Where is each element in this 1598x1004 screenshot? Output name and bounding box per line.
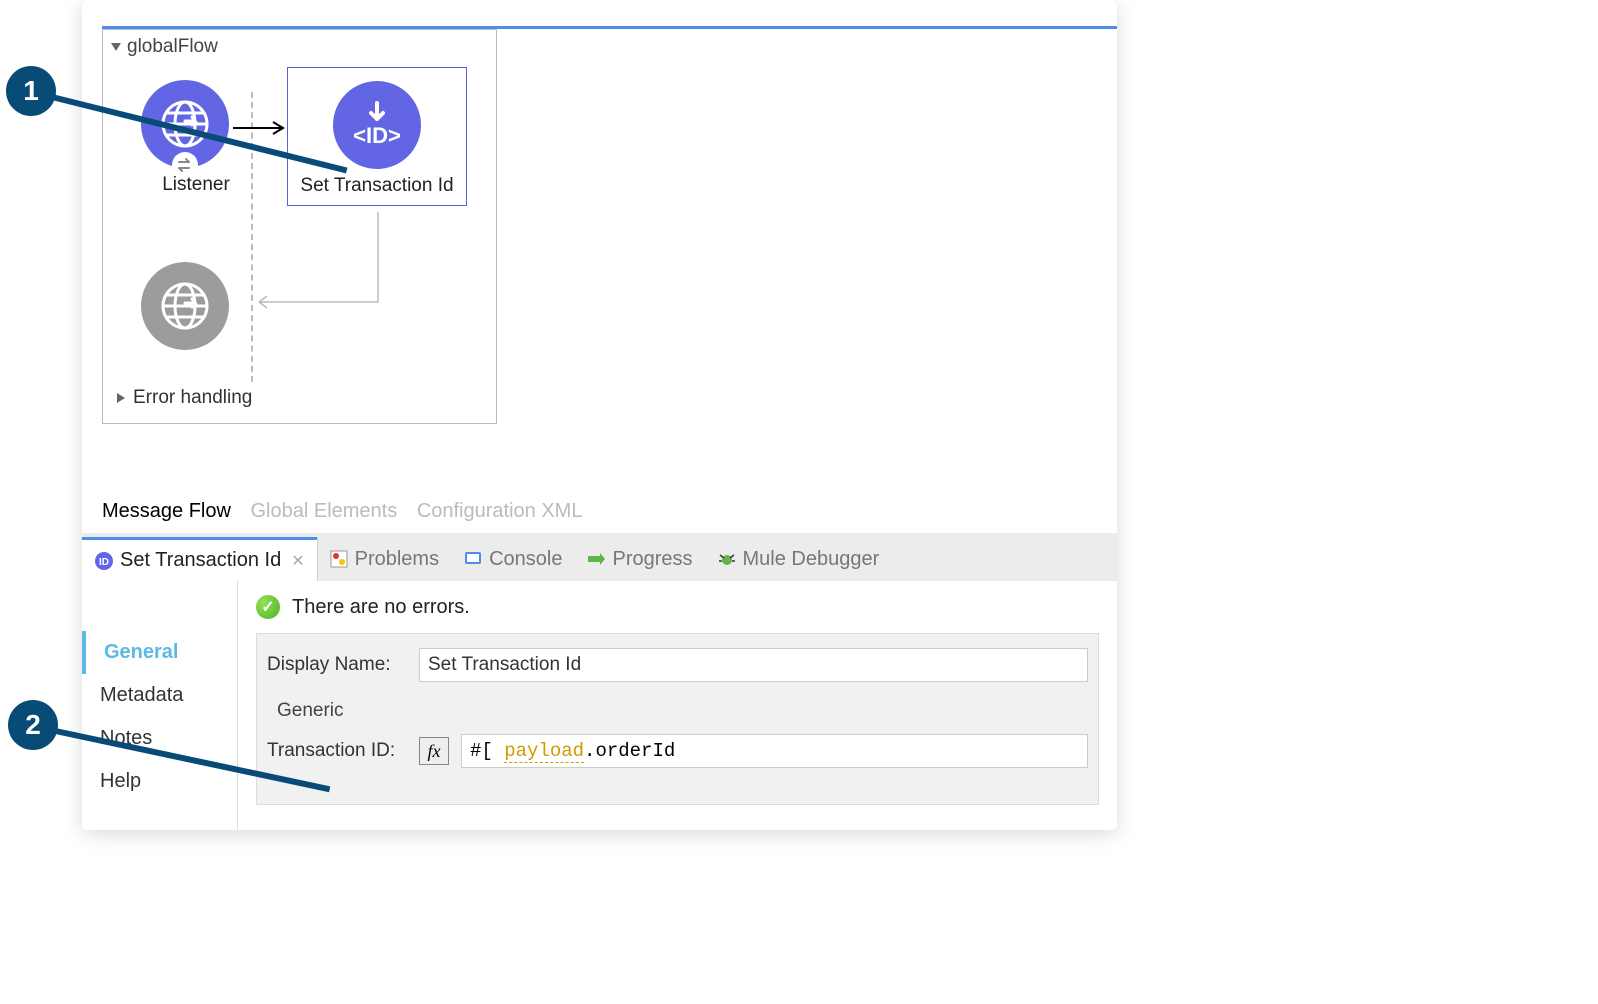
view-tabs: Message Flow Global Elements Configurati…: [102, 500, 596, 523]
lower-panel: ID Set Transaction Id ✕ Problems Console: [82, 533, 1117, 830]
display-name-label: Display Name:: [267, 654, 407, 676]
connector-line: [253, 212, 403, 332]
ok-icon: ✓: [256, 595, 280, 619]
id-download-icon: <ID>: [349, 97, 405, 153]
tab-mule-debugger[interactable]: Mule Debugger: [705, 537, 892, 581]
response-node[interactable]: [141, 262, 229, 350]
tab-label: Console: [489, 548, 562, 571]
problems-icon: [329, 549, 349, 569]
flow-canvas[interactable]: globalFlow: [102, 29, 1117, 429]
exchange-badge-icon: [172, 152, 198, 178]
expand-caret-icon[interactable]: [117, 393, 125, 403]
collapse-caret-icon[interactable]: [111, 43, 121, 51]
debugger-icon: [717, 549, 737, 569]
form-box: Display Name: Generic Transaction ID: fx…: [256, 633, 1099, 805]
set-tx-label: Set Transaction Id: [288, 175, 466, 197]
tab-problems[interactable]: Problems: [317, 537, 451, 581]
tab-label: Problems: [355, 548, 439, 571]
view-tab-config-xml[interactable]: Configuration XML: [417, 500, 583, 522]
side-item-metadata[interactable]: Metadata: [82, 674, 237, 717]
editor-tab-bar: ID Set Transaction Id ✕ Problems Console: [82, 533, 1117, 581]
side-menu: General Metadata Notes Help: [82, 581, 238, 830]
panel-body: General Metadata Notes Help ✓ There are …: [82, 581, 1117, 830]
progress-icon: [586, 549, 606, 569]
tab-set-transaction-id[interactable]: ID Set Transaction Id ✕: [82, 537, 317, 581]
status-text: There are no errors.: [292, 596, 470, 619]
callout-2-badge: 2: [8, 700, 58, 750]
globe-grey-icon: [160, 281, 210, 331]
transaction-id-row: Transaction ID: fx #[ payload.orderId: [267, 734, 1088, 768]
error-handling-section[interactable]: Error handling: [113, 381, 486, 415]
flow-body: Listener <ID> Set Transaction Id: [103, 62, 496, 392]
svg-text:<ID>: <ID>: [353, 123, 401, 148]
listener-node[interactable]: Listener: [121, 80, 271, 196]
tab-label: Set Transaction Id: [120, 549, 281, 572]
id-tab-icon: ID: [94, 551, 114, 571]
side-item-general[interactable]: General: [82, 631, 237, 674]
display-name-input[interactable]: [419, 648, 1088, 682]
form-area: ✓ There are no errors. Display Name: Gen…: [238, 581, 1117, 830]
flow-title: globalFlow: [127, 36, 218, 58]
close-icon[interactable]: ✕: [291, 551, 304, 571]
app-window: globalFlow: [82, 0, 1117, 830]
transaction-id-input[interactable]: #[ payload.orderId: [461, 734, 1088, 768]
tab-label: Mule Debugger: [743, 548, 880, 571]
error-handling-label: Error handling: [133, 387, 252, 409]
tab-progress[interactable]: Progress: [574, 537, 704, 581]
fx-button[interactable]: fx: [419, 737, 449, 765]
status-row: ✓ There are no errors.: [256, 595, 1099, 619]
view-tab-global-elements[interactable]: Global Elements: [251, 500, 398, 522]
transaction-id-label: Transaction ID:: [267, 740, 407, 762]
generic-section-label: Generic: [277, 700, 1088, 722]
flow-container: globalFlow: [102, 29, 497, 424]
set-transaction-id-node[interactable]: <ID> Set Transaction Id: [287, 67, 467, 206]
listener-label: Listener: [121, 174, 271, 196]
arrow-right-icon: [231, 120, 289, 136]
callout-1-badge: 1: [6, 66, 56, 116]
flow-header[interactable]: globalFlow: [103, 30, 496, 62]
console-icon: [463, 549, 483, 569]
view-tab-message-flow[interactable]: Message Flow: [102, 500, 231, 522]
svg-text:ID: ID: [99, 557, 109, 568]
display-name-row: Display Name:: [267, 648, 1088, 682]
tab-label: Progress: [612, 548, 692, 571]
tab-console[interactable]: Console: [451, 537, 574, 581]
